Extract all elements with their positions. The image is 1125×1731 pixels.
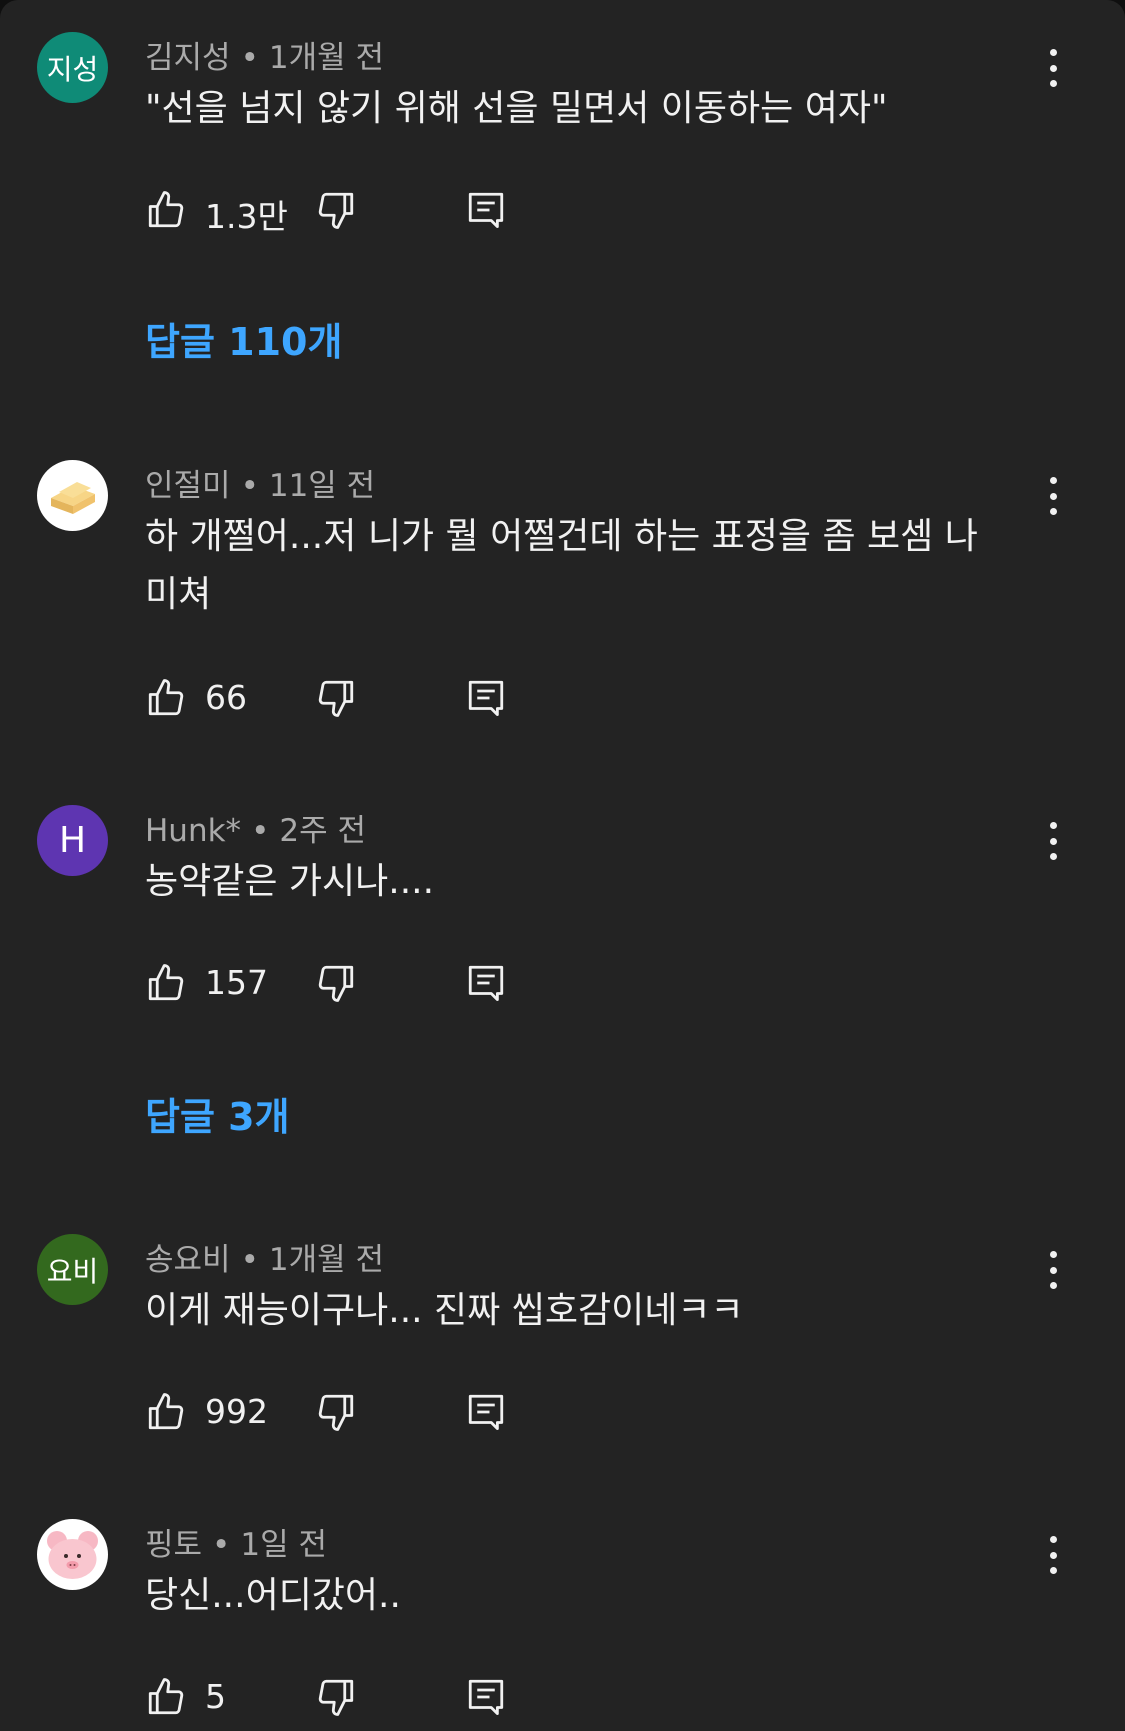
cheese-icon <box>51 482 95 514</box>
comment-actions: 66 <box>145 673 545 723</box>
thumbs-up-icon[interactable] <box>145 677 187 719</box>
comment-actions: 157 <box>145 958 545 1008</box>
comment-text: "선을 넘지 않기 위해 선을 밀면서 이동하는 여자" <box>145 88 888 129</box>
thumbs-up-icon[interactable] <box>145 189 187 231</box>
avatar-initials: H <box>58 820 87 861</box>
comment-author[interactable]: Hunk* <box>145 813 241 849</box>
more-options-icon[interactable] <box>1040 816 1066 866</box>
like-count: 5 <box>205 1677 226 1716</box>
comment-author[interactable]: 김지성 <box>145 40 231 76</box>
separator-dot: • <box>251 813 270 849</box>
comment-time[interactable]: 1개월 전 <box>269 40 384 76</box>
avatar[interactable]: 지성 <box>37 32 108 103</box>
thumbs-up-icon[interactable] <box>145 1676 187 1718</box>
comment-meta: 핑토 • 1일 전 <box>145 1519 327 1564</box>
avatar[interactable] <box>37 1519 108 1590</box>
comment-meta: 인절미 • 11일 전 <box>145 460 375 505</box>
comment-actions: 1.3만 <box>145 185 545 236</box>
comment-author[interactable]: 핑토 <box>145 1527 202 1563</box>
thumbs-down-icon[interactable] <box>315 962 357 1004</box>
like-count: 992 <box>205 1392 268 1431</box>
comment-text: 이게 재능이구나... 진짜 씹호감이네ㅋㅋ <box>145 1290 744 1331</box>
separator-dot: • <box>240 468 259 504</box>
reply-icon[interactable] <box>465 962 507 1004</box>
avatar[interactable]: H <box>37 805 108 876</box>
replies-link[interactable]: 답글 110개 <box>145 311 342 366</box>
avatar-initials: 요비 <box>46 1254 99 1288</box>
comment-meta: Hunk* • 2주 전 <box>145 805 366 850</box>
replies-link[interactable]: 답글 3개 <box>145 1086 290 1141</box>
reply-icon[interactable] <box>465 1676 507 1718</box>
thumbs-down-icon[interactable] <box>315 677 357 719</box>
thumbs-up-icon[interactable] <box>145 962 187 1004</box>
thumbs-down-icon[interactable] <box>315 189 357 231</box>
comment-text: 농약같은 가시나.... <box>145 861 435 902</box>
separator-dot: • <box>212 1527 231 1563</box>
avatar-initials: 지성 <box>46 52 99 86</box>
comment-meta: 김지성 • 1개월 전 <box>145 32 384 77</box>
comment-actions: 5 <box>145 1672 545 1722</box>
comment-time[interactable]: 11일 전 <box>269 468 375 504</box>
like-count: 66 <box>205 678 247 717</box>
comment-actions: 992 <box>145 1387 545 1437</box>
reply-icon[interactable] <box>465 677 507 719</box>
comment-text: 하 개쩔어...저 니가 뭘 어쩔건데 하는 표정을 좀 보셈 나 미쳐 <box>145 516 978 615</box>
comment-meta: 송요비 • 1개월 전 <box>145 1234 384 1279</box>
more-options-icon[interactable] <box>1040 43 1066 93</box>
avatar[interactable]: 요비 <box>37 1234 108 1305</box>
thumbs-down-icon[interactable] <box>315 1391 357 1433</box>
reply-icon[interactable] <box>465 1391 507 1433</box>
comment-text: 당신...어디갔어.. <box>145 1575 401 1616</box>
separator-dot: • <box>240 40 259 76</box>
comment-time[interactable]: 1개월 전 <box>269 1242 384 1278</box>
comments-panel: 지성 김지성 • 1개월 전 "선을 넘지 않기 위해 선을 밀면서 이동하는 여자… <box>0 0 1125 1731</box>
pig-icon <box>47 1531 98 1579</box>
thumbs-down-icon[interactable] <box>315 1676 357 1718</box>
like-count: 157 <box>205 963 268 1002</box>
comment-time[interactable]: 1일 전 <box>240 1527 327 1563</box>
avatar[interactable] <box>37 460 108 531</box>
more-options-icon[interactable] <box>1040 1530 1066 1580</box>
comment-author[interactable]: 송요비 <box>145 1242 231 1278</box>
comment-time[interactable]: 2주 전 <box>279 813 366 849</box>
like-count: 1.3만 <box>205 197 288 236</box>
more-options-icon[interactable] <box>1040 1245 1066 1295</box>
more-options-icon[interactable] <box>1040 471 1066 521</box>
comment-author[interactable]: 인절미 <box>145 468 231 504</box>
thumbs-up-icon[interactable] <box>145 1391 187 1433</box>
reply-icon[interactable] <box>465 189 507 231</box>
separator-dot: • <box>240 1242 259 1278</box>
